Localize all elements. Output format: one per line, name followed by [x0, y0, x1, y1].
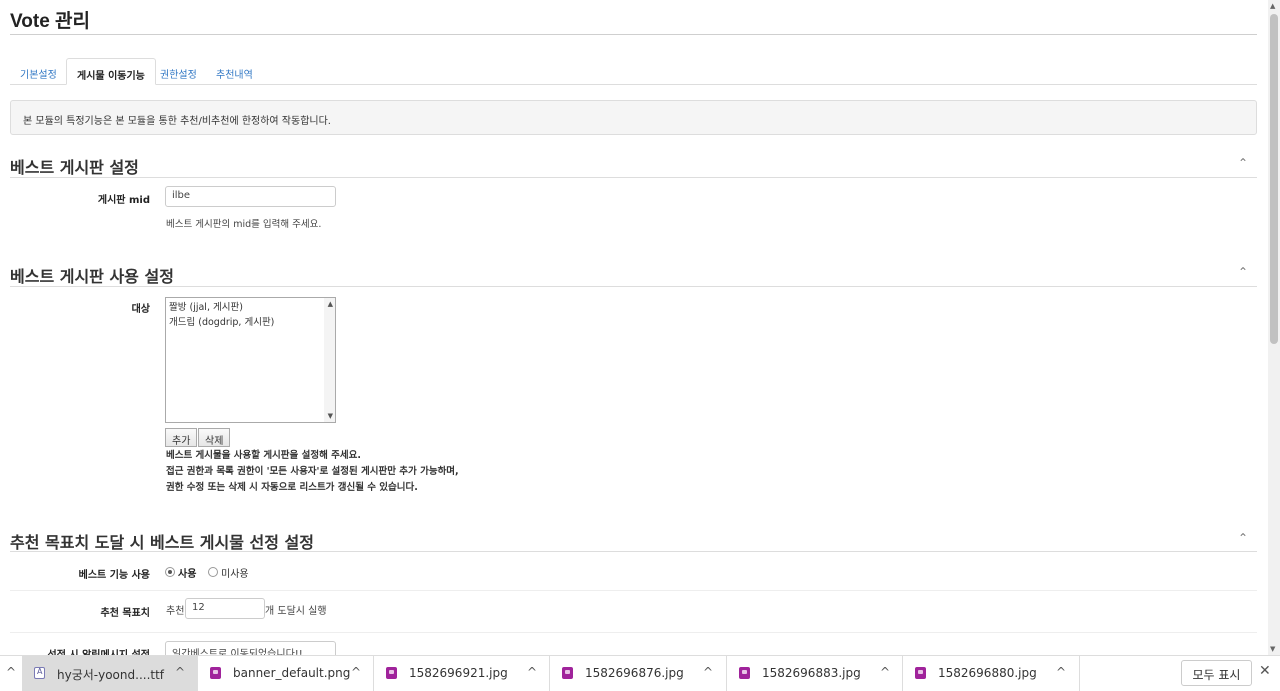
notice-box: 본 모듈의 특정기능은 본 모듈을 통한 추천/비추천에 한정하여 작동합니다. — [10, 100, 1257, 135]
chevron-up-icon[interactable]: ^ — [880, 665, 890, 679]
target-board-listbox[interactable]: 짤방 (jjal, 게시판) 개드립 (dogdrip, 게시판) ▲ ▼ — [165, 297, 336, 423]
scroll-up-icon[interactable]: ▲ — [1270, 2, 1275, 10]
tab-post-move[interactable]: 게시물 이동기능 — [66, 58, 156, 85]
tab-bar: 기본설정 게시물 이동기능 권한설정 추천내역 — [10, 58, 1257, 85]
tab-permissions[interactable]: 권한설정 — [150, 58, 207, 85]
scroll-down-icon[interactable]: ▼ — [328, 412, 333, 420]
best-use-label: 베스트 기능 사용 — [78, 570, 150, 581]
vote-admin-page: Vote 관리 기본설정 게시물 이동기능 권한설정 추천내역 본 모듈의 특정… — [0, 0, 1268, 655]
section-divider — [10, 177, 1257, 178]
goal-label: 추천 목표치 — [100, 608, 150, 619]
mid-label: 게시판 mid — [97, 195, 150, 206]
row-divider — [10, 632, 1257, 633]
section-title-goal: 추천 목표치 도달 시 베스트 게시물 선정 설정 — [10, 533, 314, 552]
download-file-name: hy궁서-yoond....ttf — [57, 668, 165, 682]
usage-help-line-2: 접근 권한과 목록 권한이 '모든 사용자'로 설정된 게시판만 추가 가능하며… — [166, 466, 459, 477]
download-item[interactable]: hy궁서-yoond....ttf ^ — [22, 656, 198, 691]
download-item[interactable]: 1582696921.jpg ^ — [374, 656, 550, 691]
title-divider — [10, 34, 1257, 35]
mid-help: 베스트 게시판의 mid를 입력해 주세요. — [166, 219, 322, 230]
add-button[interactable]: 추가 — [165, 428, 198, 447]
goal-input[interactable]: 12 — [185, 598, 265, 619]
image-file-icon — [915, 667, 926, 679]
section-title-best-usage: 베스트 게시판 사용 설정 — [10, 267, 174, 286]
radio-use[interactable] — [165, 567, 175, 577]
download-shelf: ^ hy궁서-yoond....ttf ^ banner_default.png… — [0, 655, 1280, 691]
radio-use-label[interactable]: 사용 — [178, 565, 196, 580]
goal-prefix: 추천 — [166, 606, 185, 617]
chevron-up-icon[interactable]: ^ — [0, 656, 22, 691]
download-file-name: 1582696880.jpg — [938, 666, 1037, 680]
show-all-downloads-button[interactable]: 모두 표시 — [1181, 660, 1252, 686]
radio-unused-label[interactable]: 미사용 — [221, 565, 249, 580]
target-label: 대상 — [131, 304, 150, 315]
scrollbar-thumb[interactable] — [1270, 14, 1278, 344]
scroll-up-icon[interactable]: ▲ — [328, 300, 333, 308]
collapse-icon[interactable]: ⌃ — [1238, 265, 1248, 279]
chevron-up-icon[interactable]: ^ — [351, 665, 361, 679]
download-item[interactable]: 1582696883.jpg ^ — [727, 656, 903, 691]
page-title: Vote 관리 — [10, 11, 91, 32]
tab-vote-history[interactable]: 추천내역 — [206, 58, 263, 85]
alert-message-input[interactable]: 일간베스트로 이동되었습니다!! — [165, 641, 336, 655]
download-file-name: 1582696883.jpg — [762, 666, 861, 680]
chevron-up-icon[interactable]: ^ — [1056, 665, 1066, 679]
row-divider — [10, 590, 1257, 591]
section-divider — [10, 286, 1257, 287]
section-divider — [10, 551, 1257, 552]
section-title-best-board: 베스트 게시판 설정 — [10, 158, 139, 177]
collapse-icon[interactable]: ⌃ — [1238, 531, 1248, 545]
mid-input[interactable]: ilbe — [165, 186, 336, 207]
font-file-icon — [34, 667, 45, 679]
image-file-icon — [386, 667, 397, 679]
goal-suffix: 개 도달시 실행 — [265, 606, 327, 617]
download-file-name: banner_default.png — [233, 666, 351, 680]
download-item[interactable]: 1582696880.jpg ^ — [903, 656, 1080, 691]
usage-help-line-3: 권한 수정 또는 삭제 시 자동으로 리스트가 갱신될 수 있습니다. — [166, 482, 418, 493]
radio-unused[interactable] — [208, 567, 218, 577]
delete-button[interactable]: 삭제 — [198, 428, 231, 447]
list-item[interactable]: 짤방 (jjal, 게시판) — [166, 298, 335, 313]
usage-help-line-1: 베스트 게시물을 사용할 게시판을 설정해 주세요. — [166, 450, 361, 461]
image-file-icon — [210, 667, 221, 679]
image-file-icon — [739, 667, 750, 679]
chevron-up-icon[interactable]: ^ — [703, 665, 713, 679]
chevron-up-icon[interactable]: ^ — [175, 665, 185, 679]
list-item[interactable]: 개드립 (dogdrip, 게시판) — [166, 313, 335, 328]
close-icon[interactable]: ✕ — [1259, 663, 1271, 679]
collapse-icon[interactable]: ⌃ — [1238, 156, 1248, 170]
alert-label: 선정 시 알림메시지 설정 — [30, 646, 150, 655]
scroll-down-icon[interactable]: ▼ — [1270, 645, 1275, 653]
download-file-name: 1582696876.jpg — [585, 666, 684, 680]
download-file-name: 1582696921.jpg — [409, 666, 508, 680]
download-item[interactable]: banner_default.png ^ — [198, 656, 374, 691]
chevron-up-icon[interactable]: ^ — [527, 665, 537, 679]
download-item[interactable]: 1582696876.jpg ^ — [550, 656, 727, 691]
tab-basic-settings[interactable]: 기본설정 — [10, 58, 67, 85]
listbox-scrollbar[interactable]: ▲ ▼ — [324, 298, 335, 422]
image-file-icon — [562, 667, 573, 679]
page-scrollbar[interactable]: ▲ ▼ — [1268, 0, 1280, 655]
